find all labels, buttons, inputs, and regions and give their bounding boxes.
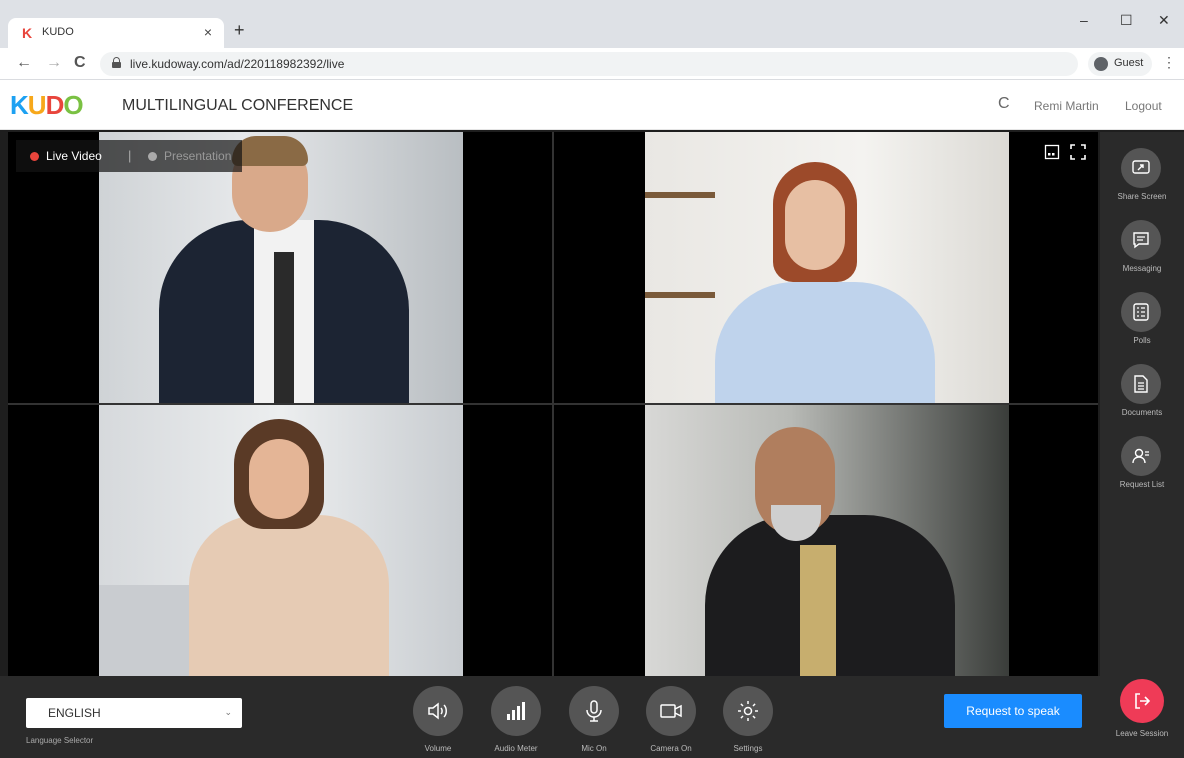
request-list-icon [1121,436,1161,476]
profile-label: Guest [1114,57,1144,69]
participant-video [99,405,463,676]
kudo-favicon-icon: K [22,25,33,41]
leave-session-label: Leave Session [1115,729,1169,738]
sidebar-item-polls[interactable]: Polls [1100,292,1184,362]
logo-letter: U [27,90,47,120]
new-tab-button[interactable]: + [234,20,245,41]
browser-tab[interactable]: K KUDO × [8,18,224,48]
audio-meter-icon [491,686,541,736]
lock-icon [112,57,121,68]
browser-tab-bar: K KUDO × + – ☐ ✕ [0,0,1184,48]
settings-icon [723,686,773,736]
documents-icon [1121,364,1161,404]
leave-session-button[interactable]: Leave Session [1100,676,1184,758]
browser-menu-icon[interactable]: ⋮ [1162,54,1176,71]
profile-button[interactable]: Guest [1088,52,1152,76]
volume-icon [413,686,463,736]
share-screen-icon [1121,148,1161,188]
kudo-logo: KUDO [10,90,84,121]
messaging-icon [1121,220,1161,260]
chevron-down-icon: ⌄ [224,707,232,717]
volume-button[interactable]: Volume [408,686,468,756]
participant-video [645,132,1009,403]
request-to-speak-button[interactable]: Request to speak [944,694,1082,728]
maximize-button[interactable]: ☐ [1120,12,1133,29]
tab-title: KUDO [42,26,74,38]
sidebar-item-request-list[interactable]: Request List [1100,436,1184,506]
view-mode-separator: | [128,148,132,163]
url-field[interactable]: live.kudoway.com/ad/220118982392/live [100,52,1078,76]
logout-link[interactable]: Logout [1125,99,1162,113]
camera-icon [646,686,696,736]
participant-video [645,405,1009,676]
sidebar-item-label: Request List [1119,480,1165,489]
tab-live-video[interactable]: Live Video [46,149,102,163]
video-grid: Live Video | Presentation [8,132,1098,676]
sidebar-item-documents[interactable]: Documents [1100,364,1184,434]
forward-button[interactable]: → [46,54,62,72]
settings-button[interactable]: Settings [718,686,778,756]
logo-letter: O [63,90,83,120]
minimize-button[interactable]: – [1080,12,1088,28]
video-tile[interactable] [8,405,552,676]
sidebar-item-label: Messaging [1122,264,1162,273]
user-name[interactable]: Remi Martin [1034,99,1099,113]
logo-letter: K [10,90,29,120]
url-text: live.kudoway.com/ad/220118982392/live [130,57,345,71]
video-tile[interactable] [554,132,1098,403]
fullscreen-icon[interactable] [1070,144,1086,160]
control-label: Mic On [581,744,607,753]
view-mode-toggle: Live Video | Presentation [16,140,242,172]
sidebar-item-label: Share Screen [1117,192,1167,201]
control-label: Camera On [650,744,692,753]
sidebar: Share Screen Messaging Polls Documents R… [1100,132,1184,758]
sidebar-item-share-screen[interactable]: Share Screen [1100,148,1184,218]
sidebar-item-messaging[interactable]: Messaging [1100,220,1184,290]
participant-video [99,132,463,403]
sidebar-item-label: Documents [1121,408,1163,417]
close-window-button[interactable]: ✕ [1158,12,1170,29]
sidebar-item-label: Polls [1133,336,1151,345]
back-button[interactable]: ← [16,54,32,72]
control-bar: ENGLISH ⌄ Language Selector Volume Audio… [0,676,1100,758]
browser-window: K KUDO × + – ☐ ✕ ← → C live.kudoway.com/… [0,0,1184,758]
mic-icon [569,686,619,736]
presentation-indicator-icon [148,152,157,161]
app-header: KUDO MULTILINGUAL CONFERENCE C Remi Mart… [0,80,1184,130]
video-tile[interactable] [8,132,552,403]
tab-presentation[interactable]: Presentation [164,149,231,163]
control-label: Audio Meter [494,744,538,753]
audio-meter-button[interactable]: Audio Meter [486,686,546,756]
control-label: Volume [424,744,452,753]
camera-button[interactable]: Camera On [641,686,701,756]
leave-session-icon [1120,679,1164,723]
language-select[interactable]: ENGLISH ⌄ [26,698,242,728]
live-indicator-icon [30,152,39,161]
grid-layout-icon[interactable] [1044,144,1060,160]
address-bar: ← → C live.kudoway.com/ad/220118982392/l… [0,48,1184,80]
close-tab-icon[interactable]: × [204,24,212,40]
logo-letter: D [45,90,65,120]
video-tile[interactable] [554,405,1098,676]
mic-button[interactable]: Mic On [564,686,624,756]
page-title: MULTILINGUAL CONFERENCE [122,97,354,114]
grid-divider [8,403,1098,405]
control-label: Settings [733,744,763,753]
refresh-icon[interactable]: C [998,95,1010,113]
polls-icon [1121,292,1161,332]
profile-avatar-icon [1094,57,1108,71]
language-value: ENGLISH [48,706,101,720]
reload-button[interactable]: C [74,54,86,72]
language-selector-label: Language Selector [26,736,94,745]
